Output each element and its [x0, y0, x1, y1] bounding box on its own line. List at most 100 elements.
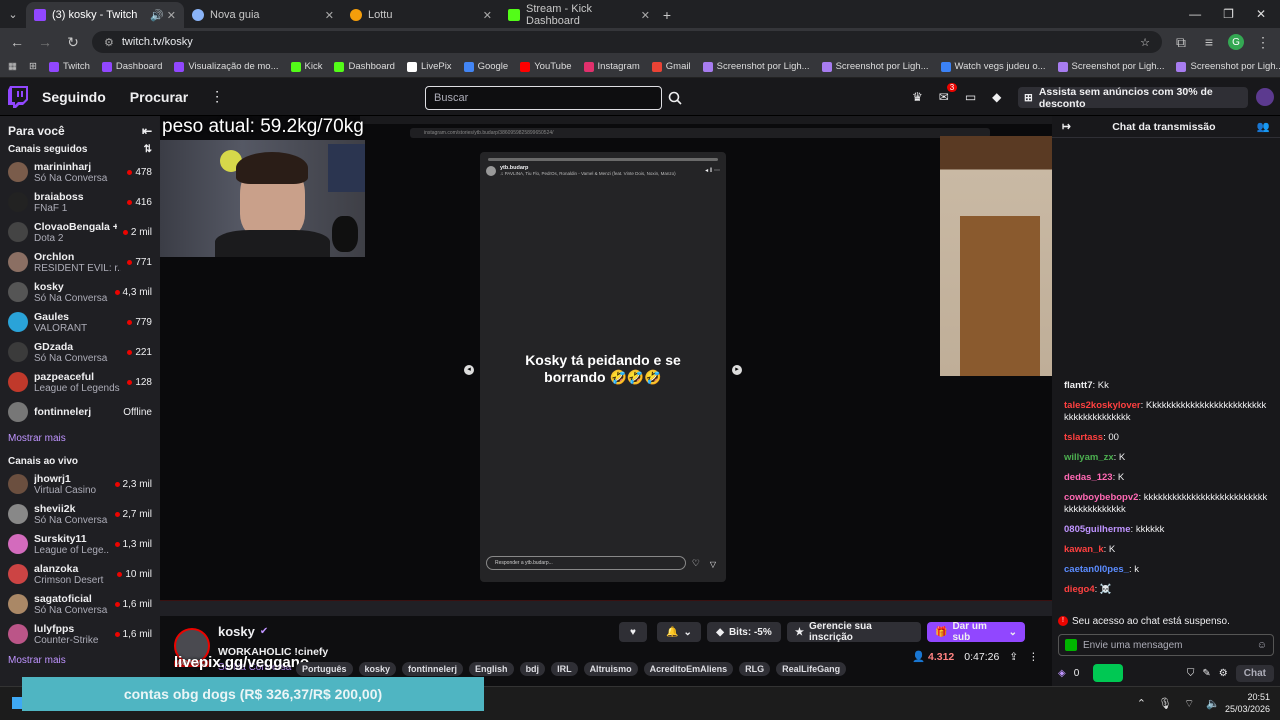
channel-item[interactable]: marininharj Só Na Conversa 478 [0, 157, 160, 187]
profile-avatar[interactable]: G [1228, 34, 1244, 50]
address-input[interactable]: ⚙ twitch.tv/kosky ☆ [92, 31, 1162, 53]
bookmark-item[interactable]: Dashboard [101, 61, 162, 72]
channel-item[interactable]: pazpeaceful League of Legends 128 [0, 367, 160, 397]
browser-tab-kick[interactable]: Stream - Kick Dashboard ✕ [500, 2, 658, 28]
chat-username[interactable]: flantt7 [1064, 380, 1093, 391]
minimize-icon[interactable]: — [1189, 7, 1201, 21]
search-button[interactable] [664, 86, 686, 110]
whispers-icon[interactable]: ▭ [965, 90, 976, 104]
shield-icon[interactable]: ⛉ [1187, 668, 1195, 679]
channel-item[interactable]: ClovaoBengala +1 Dota 2 2 mil [0, 217, 160, 247]
tab-groups-icon[interactable]: ⊞ [29, 61, 37, 72]
collapse-chat-icon[interactable]: ↦ [1062, 121, 1071, 133]
media-icon[interactable]: ≡ [1200, 34, 1218, 50]
wifi-icon[interactable]: ⌔ [1184, 697, 1194, 711]
more-kebab-icon[interactable]: ⋮ [210, 88, 224, 105]
bookmark-item[interactable]: Screenshot por Ligh... [1057, 61, 1164, 72]
tab-close-icon[interactable]: ✕ [483, 9, 492, 22]
browser-tab-lottu[interactable]: Lottu ✕ [342, 2, 500, 28]
bookmark-item[interactable]: Dashboard [334, 61, 395, 72]
stream-tag[interactable]: RealLifeGang [776, 662, 847, 676]
tab-close-icon[interactable]: 🔊 ✕ [150, 9, 176, 22]
collapse-sidebar-icon[interactable]: ⇤ [142, 124, 152, 138]
chat-username[interactable]: cowboybebopv2 [1064, 492, 1138, 503]
channel-item[interactable]: fontinnelerj Offline [0, 397, 160, 427]
show-more-followed[interactable]: Mostrar mais [0, 427, 160, 450]
channel-item[interactable]: braiaboss FNaF 1 416 [0, 187, 160, 217]
more-options-icon[interactable]: ⋮ [1028, 651, 1039, 663]
user-avatar[interactable] [1256, 88, 1274, 106]
show-more-live[interactable]: Mostrar mais [0, 649, 160, 672]
reload-icon[interactable]: ↻ [64, 34, 82, 51]
bookmark-item[interactable]: Twitch [48, 61, 90, 72]
chat-input[interactable]: Envie uma mensagem ☺ [1058, 634, 1274, 656]
ad-free-promo-button[interactable]: ⊞ Assista sem anúncios com 30% de descon… [1018, 86, 1248, 110]
bookmark-item[interactable]: Watch vegs judeu o... [940, 61, 1046, 72]
story-share-icon[interactable]: ▽ [710, 560, 716, 569]
mic-icon[interactable]: 🎙 [1158, 697, 1172, 711]
volume-icon[interactable]: 🔈 [1206, 697, 1220, 711]
apps-icon[interactable]: ▦ [8, 61, 17, 72]
bookmark-star-icon[interactable]: ☆ [1140, 36, 1150, 49]
new-tab-button[interactable]: + [658, 2, 676, 28]
channel-points-icon[interactable]: ◈ [1058, 668, 1066, 679]
stream-tag[interactable]: AcreditoEmAliens [643, 662, 734, 676]
bookmark-item[interactable]: Instagram [583, 61, 640, 72]
chat-username[interactable]: willyam_zx [1064, 452, 1114, 463]
channel-item[interactable]: jhowrj1 Virtual Casino 2,3 mil [0, 469, 160, 499]
bookmark-item[interactable]: YouTube [520, 61, 572, 72]
chat-username[interactable]: diego4 [1064, 584, 1095, 595]
share-icon[interactable]: ⇪ [1009, 651, 1018, 663]
story-next-icon[interactable]: ▸ [732, 365, 742, 375]
notifications-button[interactable]: 🔔 ⌄ [657, 622, 701, 642]
back-icon[interactable]: ← [8, 34, 26, 50]
following-link[interactable]: Seguindo [42, 89, 106, 105]
tab-close-icon[interactable]: ✕ [325, 9, 334, 22]
browse-link[interactable]: Procurar [130, 89, 188, 105]
channel-item[interactable]: Surskity11 League of Lege... 1,3 mil [0, 529, 160, 559]
stream-tag[interactable]: bdj [519, 662, 546, 676]
channel-item[interactable]: GDzada Só Na Conversa 221 [0, 337, 160, 367]
tab-close-icon[interactable]: ✕ [641, 9, 650, 22]
tab-search-icon[interactable]: ⌄ [4, 2, 22, 28]
stream-tag[interactable]: fontinnelerj [402, 662, 464, 676]
restore-icon[interactable]: ❐ [1223, 7, 1234, 21]
close-window-icon[interactable]: ✕ [1256, 7, 1266, 21]
channel-name[interactable]: kosky [218, 624, 255, 639]
channel-item[interactable]: alanzoka Crimson Desert 10 mil [0, 559, 160, 589]
chat-username[interactable]: kawan_k [1064, 544, 1104, 555]
channel-item[interactable]: sagatoficial Só Na Conversa 1,6 mil [0, 589, 160, 619]
extensions-icon[interactable]: ⧉ [1172, 34, 1190, 51]
prediction-button[interactable] [1093, 664, 1124, 682]
stream-tag[interactable]: Português [296, 662, 353, 676]
bookmark-item[interactable]: Screenshot por Ligh... [821, 61, 929, 72]
bookmark-item[interactable]: Gmail [651, 61, 691, 72]
site-info-icon[interactable]: ⚙ [104, 36, 114, 49]
search-input[interactable]: Buscar [425, 86, 662, 110]
stream-tag[interactable]: RLG [739, 662, 771, 676]
bookmark-item[interactable]: Visualização de mo... [174, 61, 279, 72]
chat-username[interactable]: 0805guilherme [1064, 524, 1131, 535]
follow-heart-button[interactable]: ♥ [619, 622, 647, 642]
channel-item[interactable]: shevii2k Só Na Conversa 2,7 mil [0, 499, 160, 529]
clock-time[interactable]: 20:51 [1225, 691, 1270, 703]
story-like-icon[interactable]: ♡ [692, 558, 700, 569]
stream-tag[interactable]: kosky [358, 662, 397, 676]
pencil-icon[interactable]: ✎ [1202, 668, 1210, 679]
story-prev-icon[interactable]: ◂ [464, 365, 474, 375]
bookmark-item[interactable]: Screenshot por Ligh... [1176, 61, 1280, 72]
inbox-icon[interactable]: ✉ 3 [939, 83, 958, 104]
stream-tag[interactable]: English [469, 662, 514, 676]
chat-username[interactable]: tslartass [1064, 432, 1103, 443]
stream-tag[interactable]: IRL [551, 662, 578, 676]
twitch-logo-icon[interactable] [8, 85, 28, 108]
browser-tab-twitch[interactable]: (3) kosky - Twitch 🔊 ✕ [26, 2, 184, 28]
bits-button[interactable]: ◆ Bits: -5% [707, 622, 781, 642]
emote-icon[interactable]: ☺ [1257, 640, 1267, 651]
bookmark-item[interactable]: Kick [290, 61, 322, 72]
chat-username[interactable]: dedas_123 [1064, 472, 1113, 483]
story-reply-input[interactable]: Responder a ytb.budarp... [486, 556, 686, 570]
tray-chevron-icon[interactable]: ⌃ [1137, 697, 1146, 711]
chat-username[interactable]: tales2koskylover [1064, 400, 1141, 411]
channel-item[interactable]: lulyfpps Counter-Strike 1,6 mil [0, 619, 160, 649]
